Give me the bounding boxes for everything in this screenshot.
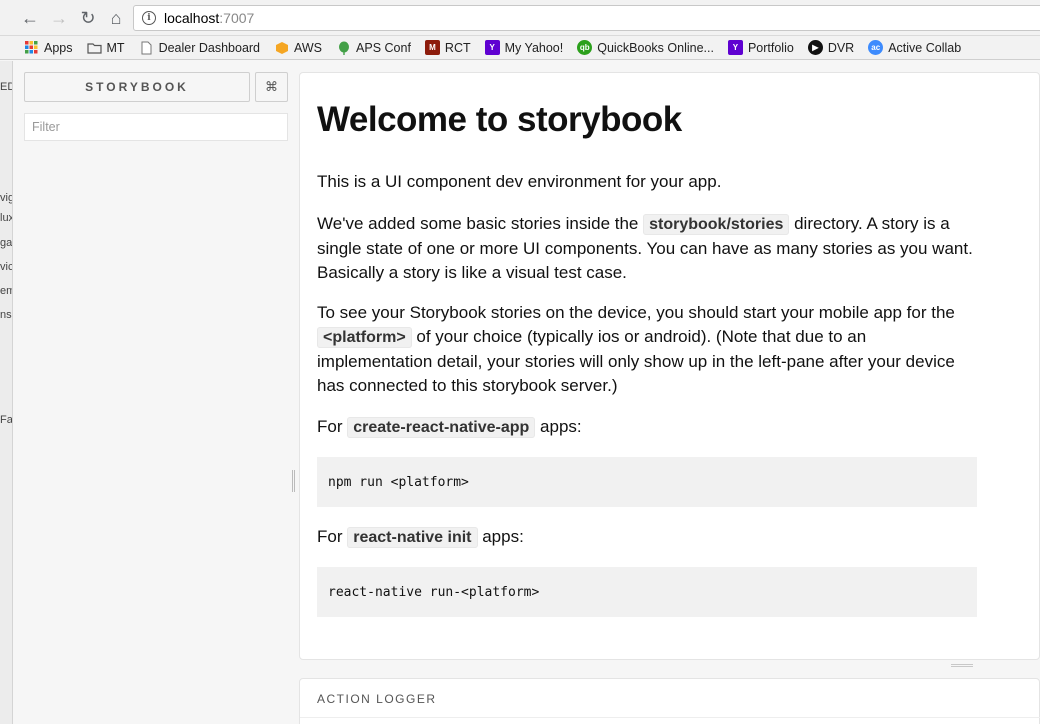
shortcuts-button[interactable]: ⌘ xyxy=(255,72,288,102)
strip-text: em xyxy=(0,285,12,297)
addon-panel: ACTION LOGGER xyxy=(299,678,1040,724)
apps-grid-icon xyxy=(24,40,39,55)
reload-button[interactable]: ↻ xyxy=(76,6,100,30)
text: We've added some basic stories inside th… xyxy=(317,214,644,233)
bookmark-label: Portfolio xyxy=(747,40,794,55)
stories-paragraph: We've added some basic stories inside th… xyxy=(317,212,977,285)
address-bar[interactable]: i localhost:7007 xyxy=(133,5,1040,31)
m-logo-icon: M xyxy=(424,40,440,55)
bookmark-label: DVR xyxy=(827,40,855,55)
bookmark-label: Active Collab xyxy=(888,40,962,55)
bookmark-item[interactable]: Dealer Dashboard xyxy=(139,40,260,55)
cra-code: create-react-native-app xyxy=(347,417,536,438)
yahoo-icon: Y xyxy=(484,40,500,55)
leaf-icon xyxy=(336,40,351,55)
strip-text: vig xyxy=(0,192,13,204)
action-logger-tab[interactable]: ACTION LOGGER xyxy=(317,692,437,706)
text: of your choice (typically ios or android… xyxy=(317,327,955,395)
text: apps: xyxy=(535,417,582,436)
info-icon[interactable]: i xyxy=(142,11,156,25)
strip-text: vic xyxy=(0,261,13,273)
yahoo-icon: Y xyxy=(727,40,743,55)
bookmark-label: Apps xyxy=(44,40,73,55)
rn-init-paragraph: For react-native init apps: xyxy=(317,525,977,550)
text: For xyxy=(317,527,348,546)
bookmark-label: APS Conf xyxy=(356,40,411,55)
bookmark-item[interactable]: M RCT xyxy=(424,40,471,55)
aws-cube-icon xyxy=(274,40,289,55)
url-host: localhost xyxy=(164,10,220,26)
storybook-sidebar: STORYBOOK ⌘ xyxy=(14,61,298,724)
text: To see your Storybook stories on the dev… xyxy=(317,303,955,322)
url-port: :7007 xyxy=(219,10,255,26)
strip-text: ED xyxy=(0,81,12,93)
bookmark-item[interactable]: ac Active Collab xyxy=(868,40,961,55)
bookmarks-bar: Apps MT Dealer Dashboard AWS APS Conf M RCT Y My… xyxy=(0,36,1040,60)
bookmark-item[interactable]: Y Portfolio xyxy=(727,40,794,55)
sidebar-resize-handle[interactable] xyxy=(292,470,295,492)
divider xyxy=(300,717,1040,718)
bookmark-label: QuickBooks Online... xyxy=(597,40,714,55)
clipped-window-strip: ED vig lux gas vic em ns Fa xyxy=(0,61,13,724)
bookmark-item[interactable]: ▶ DVR xyxy=(807,40,855,55)
text: apps: xyxy=(477,527,524,546)
strip-text: ns xyxy=(0,309,12,321)
bookmark-item[interactable]: Y My Yahoo! xyxy=(484,40,564,55)
home-button[interactable]: ⌂ xyxy=(104,6,128,30)
bookmark-label: My Yahoo! xyxy=(504,40,564,55)
play-circle-icon: ▶ xyxy=(807,40,823,55)
folder-icon xyxy=(86,40,102,55)
page-title: Welcome to storybook xyxy=(317,100,682,139)
page-icon xyxy=(139,40,154,55)
npm-run-code-block: npm run <platform> xyxy=(317,457,977,507)
strip-text: Fa xyxy=(0,414,13,426)
bookmark-item[interactable]: qb QuickBooks Online... xyxy=(577,40,714,55)
quickbooks-icon: qb xyxy=(577,40,593,55)
device-paragraph: To see your Storybook stories on the dev… xyxy=(317,301,977,398)
rn-run-code-block: react-native run-<platform> xyxy=(317,567,977,617)
browser-toolbar: ← → ↻ ⌂ i localhost:7007 xyxy=(0,0,1040,36)
platform-code: <platform> xyxy=(317,327,412,348)
active-collab-icon: ac xyxy=(868,40,884,55)
bookmark-label: RCT xyxy=(444,40,471,55)
bookmark-item[interactable]: APS Conf xyxy=(336,40,411,55)
bookmark-label: AWS xyxy=(294,40,323,55)
stories-path-code: storybook/stories xyxy=(643,214,790,235)
intro-paragraph: This is a UI component dev environment f… xyxy=(317,172,722,191)
back-button[interactable]: ← xyxy=(18,6,42,30)
panel-resize-handle[interactable] xyxy=(951,664,973,667)
bookmark-label: Dealer Dashboard xyxy=(158,40,261,55)
filter-input[interactable] xyxy=(24,113,288,141)
strip-text: gas xyxy=(0,237,13,249)
bookmark-item[interactable]: AWS xyxy=(274,40,322,55)
bookmark-label: MT xyxy=(106,40,125,55)
preview-panel: Welcome to storybook This is a UI compon… xyxy=(299,72,1040,660)
cra-paragraph: For create-react-native-app apps: xyxy=(317,415,977,440)
storybook-brand-link[interactable]: STORYBOOK xyxy=(24,72,250,102)
rn-init-code: react-native init xyxy=(347,527,478,548)
text: For xyxy=(317,417,348,436)
forward-button[interactable]: → xyxy=(47,6,71,30)
strip-text: lux xyxy=(0,212,13,224)
bookmark-item[interactable]: MT xyxy=(86,40,125,55)
bookmark-item[interactable]: Apps xyxy=(24,40,73,55)
